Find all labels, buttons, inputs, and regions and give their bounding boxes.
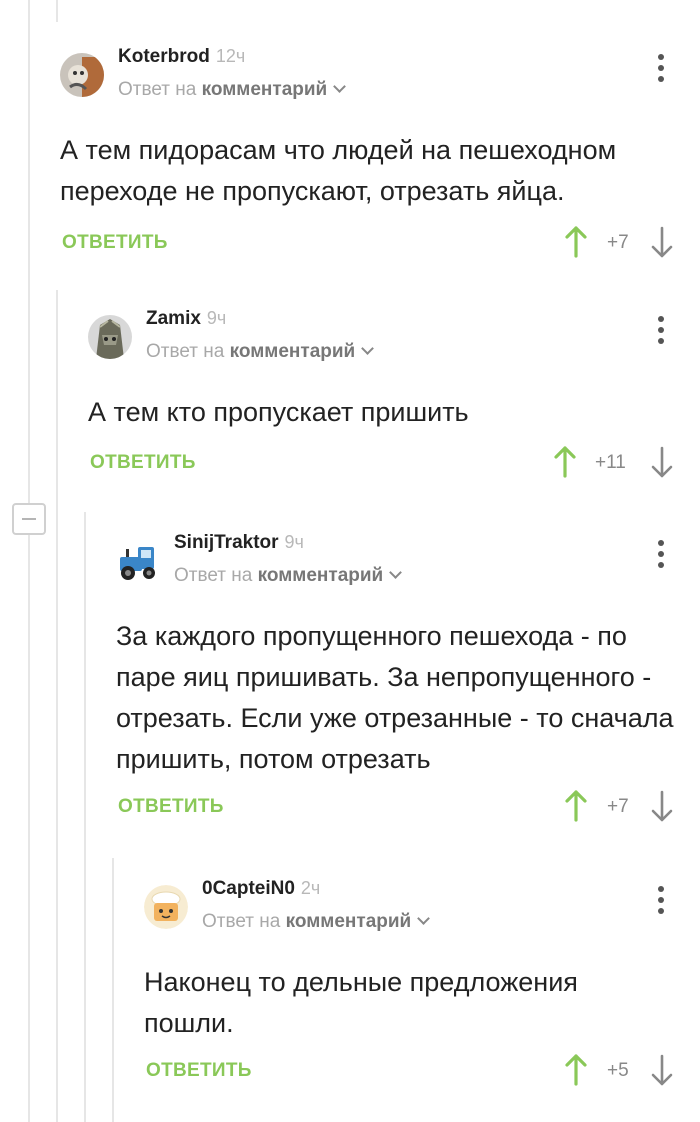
comment-author[interactable]: Zamix 9ч [146, 308, 226, 330]
more-options-icon[interactable] [658, 540, 664, 568]
comment: SinijTraktor 9ч Ответ на комментарий За к… [116, 532, 680, 832]
thread-line [84, 512, 86, 1122]
reply-to[interactable]: Ответ на комментарий [146, 341, 375, 363]
reply-to[interactable]: Ответ на комментарий [118, 79, 347, 101]
comment-actions: ОТВЕТИТЬ +11 [90, 446, 680, 480]
comment-actions: ОТВЕТИТЬ +7 [62, 226, 680, 260]
rating-score: +7 [607, 796, 629, 817]
comment-author[interactable]: SinijTraktor 9ч [174, 532, 304, 554]
comment-text: Наконец то дельные предложения пошли. [144, 967, 578, 1038]
upvote-icon[interactable] [565, 226, 587, 258]
reply-to[interactable]: Ответ на комментарий [202, 911, 431, 933]
avatar[interactable] [144, 885, 188, 929]
downvote-icon[interactable] [651, 1054, 673, 1086]
reply-to[interactable]: Ответ на комментарий [174, 565, 403, 587]
rating-score: +11 [595, 452, 626, 473]
comment-time: 2ч [300, 878, 321, 898]
chevron-down-icon [417, 912, 431, 925]
more-options-icon[interactable] [658, 886, 664, 914]
comment-time: 9ч [284, 532, 304, 552]
comment: 0CapteiN0 2ч Ответ на комментарий Наконец… [144, 878, 680, 1100]
thread-line [56, 0, 58, 22]
chevron-down-icon [389, 566, 403, 579]
avatar[interactable] [88, 315, 132, 359]
downvote-icon[interactable] [651, 446, 673, 478]
downvote-icon[interactable] [651, 790, 673, 822]
thread-line [28, 535, 30, 1122]
rating-score: +7 [607, 232, 629, 253]
comment: Koterbrod 12ч Ответ на комментарий А тем … [60, 46, 680, 271]
thread-line [56, 290, 58, 1122]
upvote-icon[interactable] [565, 790, 587, 822]
comment-actions: ОТВЕТИТЬ +5 [146, 1054, 680, 1088]
comment-time: 9ч [206, 308, 227, 328]
reply-button[interactable]: ОТВЕТИТЬ [90, 452, 196, 474]
collapse-thread-button[interactable] [12, 503, 46, 535]
thread-line [112, 858, 114, 1122]
chevron-down-icon [333, 80, 347, 93]
comment: Zamix 9ч Ответ на комментарий А тем кто п… [88, 308, 680, 488]
comment-author[interactable]: Koterbrod 12ч [118, 46, 245, 68]
comment-time: 12ч [215, 46, 246, 66]
comment-author[interactable]: 0CapteiN0 2ч [202, 878, 320, 900]
downvote-icon[interactable] [651, 226, 673, 258]
avatar[interactable] [116, 539, 160, 583]
upvote-icon[interactable] [554, 446, 576, 478]
rating-score: +5 [607, 1060, 629, 1081]
more-options-icon[interactable] [658, 316, 664, 344]
comment-text: А тем кто пропускает пришить [88, 397, 469, 427]
thread-line [28, 0, 30, 503]
more-options-icon[interactable] [658, 54, 664, 82]
upvote-icon[interactable] [565, 1054, 587, 1086]
reply-button[interactable]: ОТВЕТИТЬ [62, 232, 168, 254]
avatar[interactable] [60, 53, 104, 97]
reply-button[interactable]: ОТВЕТИТЬ [118, 796, 224, 818]
reply-button[interactable]: ОТВЕТИТЬ [146, 1060, 252, 1082]
comment-text: А тем пидорасам что людей на пешеходном … [60, 135, 617, 206]
chevron-down-icon [361, 342, 375, 355]
comment-actions: ОТВЕТИТЬ +7 [118, 790, 680, 824]
comment-text: За каждого пропущенного пешехода - по па… [116, 621, 674, 774]
